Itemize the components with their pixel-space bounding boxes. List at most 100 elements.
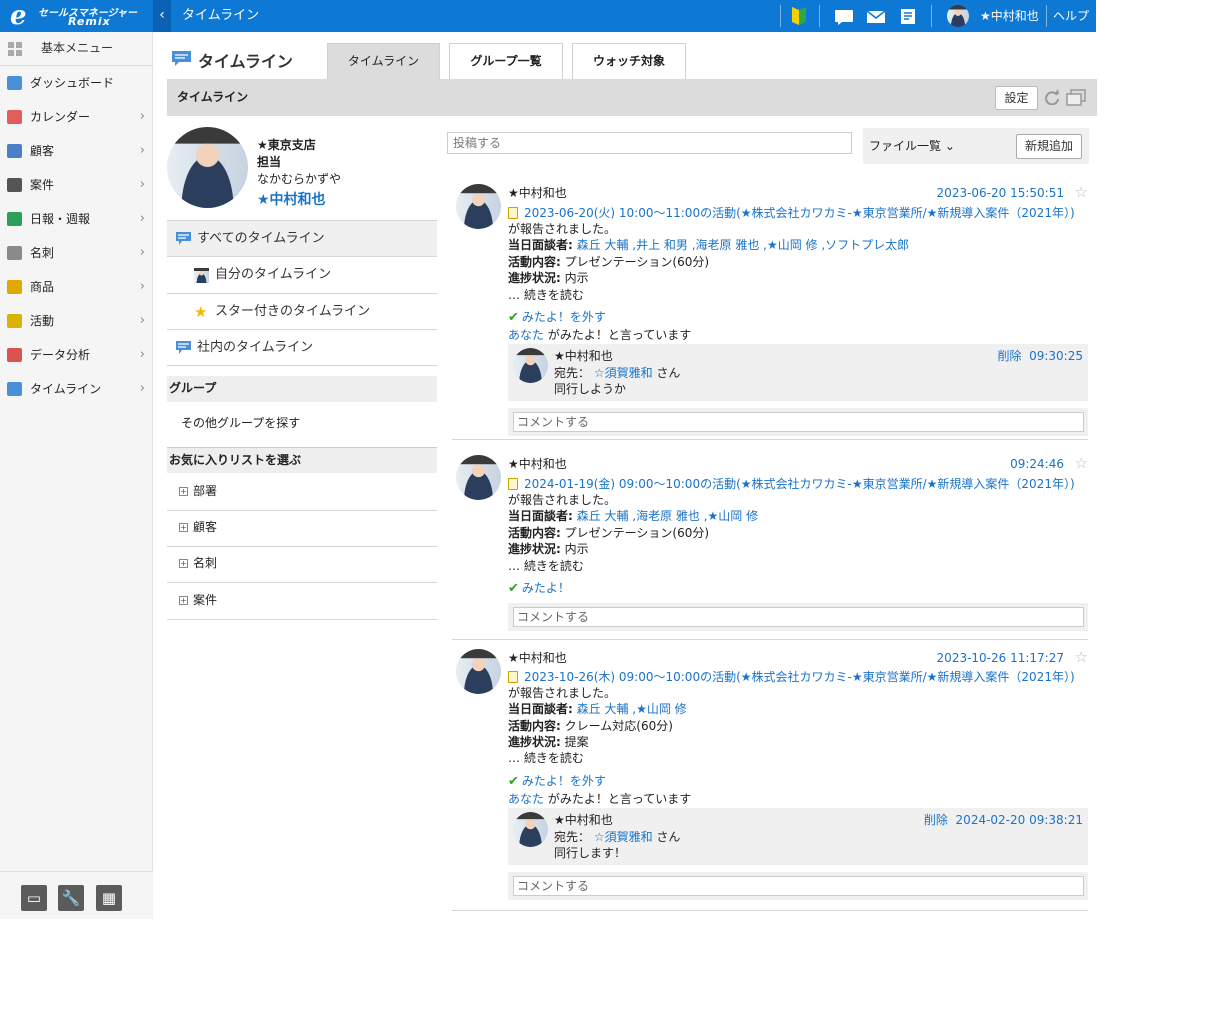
menu-all-timeline[interactable]: すべてのタイムライン bbox=[167, 220, 437, 257]
star-toggle-icon[interactable]: ☆ bbox=[1075, 648, 1088, 666]
reply-author-avatar[interactable] bbox=[513, 348, 548, 383]
post-date[interactable]: 09:24:46 bbox=[1010, 457, 1064, 471]
window-icon[interactable]: ▭ bbox=[21, 885, 47, 911]
sidebar-item-label: 日報・週報 bbox=[30, 212, 91, 226]
favorite-label: 名刺 bbox=[193, 556, 218, 570]
comment-input[interactable]: コメントする bbox=[513, 607, 1084, 627]
tab-group-list[interactable]: グループ一覧 bbox=[449, 43, 563, 79]
sidebar-item-clipboard[interactable]: 活動 › bbox=[0, 304, 153, 338]
seen-toggle-link[interactable]: みたよ！を外す bbox=[522, 774, 606, 788]
sidebar-header-label: 基本メニュー bbox=[41, 41, 114, 55]
favorite-label: 顧客 bbox=[193, 520, 218, 534]
sidebar-item-report[interactable]: 日報・週報 › bbox=[0, 202, 153, 236]
reply-to-link[interactable]: ☆須賀雅和 bbox=[594, 366, 653, 380]
report-icon[interactable] bbox=[899, 6, 917, 26]
content-value: プレゼンテーション(60分) bbox=[564, 255, 710, 269]
help-link[interactable]: ヘルプ bbox=[1053, 0, 1089, 32]
sidebar-item-folder[interactable]: 案件 › bbox=[0, 168, 153, 202]
group-heading: グループ bbox=[167, 376, 437, 402]
activity-link[interactable]: 2023-10-26(木) 09:00～10:00の活動(★株式会社カワカミ-★… bbox=[524, 670, 1075, 684]
activity-icon bbox=[508, 478, 518, 490]
popup-window-icon[interactable] bbox=[1066, 89, 1086, 107]
progress-label: 進捗状況: bbox=[508, 735, 561, 749]
sidebar-item-label: 商品 bbox=[30, 280, 55, 294]
menu-my-timeline[interactable]: 自分のタイムライン bbox=[167, 256, 437, 293]
delete-comment-link[interactable]: 削除 bbox=[924, 813, 948, 827]
chat-icon[interactable] bbox=[834, 6, 854, 26]
tab-timeline[interactable]: タイムライン bbox=[327, 43, 440, 79]
reply-author-link[interactable]: ★中村和也 bbox=[554, 811, 613, 828]
comment-input[interactable]: コメントする bbox=[513, 412, 1084, 432]
beginner-mark-icon[interactable] bbox=[791, 6, 807, 26]
sidebar-item-label: 活動 bbox=[30, 314, 55, 328]
post-date[interactable]: 2023-06-20 15:50:51 bbox=[937, 186, 1064, 200]
author-avatar[interactable] bbox=[456, 184, 501, 229]
sidebar-item-timeline[interactable]: タイムライン › bbox=[0, 372, 153, 406]
favorites-heading: お気に入りリストを選ぶ bbox=[167, 447, 437, 473]
sidebar-item-chart[interactable]: データ分析 › bbox=[0, 338, 153, 372]
reported-text: が報告されました。 bbox=[508, 686, 617, 700]
attendees-links[interactable]: 森丘 大輔 ,★山岡 修 bbox=[577, 702, 687, 716]
menu-starred-timeline[interactable]: ★ スター付きのタイムライン bbox=[167, 293, 437, 330]
folder-icon bbox=[7, 178, 22, 192]
divider bbox=[1046, 5, 1047, 27]
post-author-link[interactable]: ★中村和也 bbox=[508, 455, 567, 472]
reply-author-avatar[interactable] bbox=[513, 812, 548, 847]
add-new-button[interactable]: 新規追加 bbox=[1016, 134, 1082, 159]
content-label: 活動内容: bbox=[508, 719, 561, 733]
sidebar-item-label: 顧客 bbox=[30, 144, 55, 158]
sidebar-item-box[interactable]: 商品 › bbox=[0, 270, 153, 304]
sidebar-item-card[interactable]: 名刺 › bbox=[0, 236, 153, 270]
profile-name-link[interactable]: ★中村和也 bbox=[257, 189, 326, 209]
report-icon bbox=[7, 212, 22, 226]
sidebar-item-dashboard[interactable]: ダッシュボード bbox=[0, 66, 153, 100]
seen-by-link[interactable]: あなた bbox=[508, 792, 544, 806]
favorite-customer[interactable]: + 顧客 bbox=[167, 510, 437, 547]
menu-internal-timeline[interactable]: 社内のタイムライン bbox=[167, 329, 437, 366]
attendees-links[interactable]: 森丘 大輔 ,井上 和男 ,海老原 雅也 ,★山岡 修 ,ソフトプレ太郎 bbox=[577, 238, 910, 252]
panel-header: タイムライン 設定 bbox=[167, 79, 1097, 116]
find-other-groups-link[interactable]: その他グループを探す bbox=[181, 414, 300, 431]
timeline-post: ★中村和也 2023-06-20 15:50:51 ☆ 2023-06-20(火… bbox=[452, 176, 1088, 440]
refresh-icon[interactable] bbox=[1044, 89, 1060, 105]
favorite-business-card[interactable]: + 名刺 bbox=[167, 546, 437, 583]
sidebar-header[interactable]: 基本メニュー bbox=[0, 32, 153, 66]
author-avatar[interactable] bbox=[456, 649, 501, 694]
reply-author-link[interactable]: ★中村和也 bbox=[554, 347, 613, 364]
post-input[interactable]: 投稿する bbox=[447, 132, 852, 154]
apps-grid-icon[interactable]: ▦ bbox=[96, 885, 122, 911]
file-list-dropdown[interactable]: ファイル一覧 ⌄ bbox=[869, 128, 955, 164]
delete-comment-link[interactable]: 削除 bbox=[997, 349, 1021, 363]
post-author-link[interactable]: ★中村和也 bbox=[508, 184, 567, 201]
star-toggle-icon[interactable]: ☆ bbox=[1075, 183, 1088, 201]
favorite-department[interactable]: + 部署 bbox=[167, 474, 437, 511]
favorite-deal[interactable]: + 案件 bbox=[167, 583, 437, 620]
app-logo[interactable]: e セールスマネージャー Remix bbox=[0, 0, 153, 32]
activity-link[interactable]: 2024-01-19(金) 09:00～10:00の活動(★株式会社カワカミ-★… bbox=[524, 477, 1075, 491]
settings-button[interactable]: 設定 bbox=[995, 86, 1038, 110]
sidebar-item-building[interactable]: 顧客 › bbox=[0, 134, 153, 168]
read-more-link[interactable]: … 続きを読む bbox=[508, 286, 584, 303]
collapse-sidebar-button[interactable]: ‹ bbox=[153, 0, 171, 32]
author-avatar[interactable] bbox=[456, 455, 501, 500]
mail-icon[interactable] bbox=[866, 6, 886, 26]
sidebar-item-calendar[interactable]: カレンダー › bbox=[0, 100, 153, 134]
seen-toggle-link[interactable]: みたよ！を外す bbox=[522, 310, 606, 324]
read-more-link[interactable]: … 続きを読む bbox=[508, 557, 584, 574]
read-more-link[interactable]: … 続きを読む bbox=[508, 749, 584, 766]
post-date[interactable]: 2023-10-26 11:17:27 bbox=[937, 651, 1064, 665]
attendees-links[interactable]: 森丘 大輔 ,海老原 雅也 ,★山岡 修 bbox=[577, 509, 758, 523]
wrench-icon[interactable]: 🔧 bbox=[58, 885, 84, 911]
post-author-link[interactable]: ★中村和也 bbox=[508, 649, 567, 666]
user-avatar[interactable] bbox=[947, 5, 969, 27]
reply-to-link[interactable]: ☆須賀雅和 bbox=[594, 830, 653, 844]
timeline-icon bbox=[7, 382, 22, 396]
progress-value: 内示 bbox=[564, 271, 589, 285]
activity-link[interactable]: 2023-06-20(火) 10:00～11:00の活動(★株式会社カワカミ-★… bbox=[524, 206, 1075, 220]
tab-watch-list[interactable]: ウォッチ対象 bbox=[572, 43, 686, 79]
user-menu[interactable]: ★中村和也 bbox=[980, 0, 1039, 32]
star-toggle-icon[interactable]: ☆ bbox=[1075, 454, 1088, 472]
seen-toggle-link[interactable]: みたよ！ bbox=[522, 581, 570, 595]
comment-input[interactable]: コメントする bbox=[513, 876, 1084, 896]
seen-by-link[interactable]: あなた bbox=[508, 328, 544, 342]
